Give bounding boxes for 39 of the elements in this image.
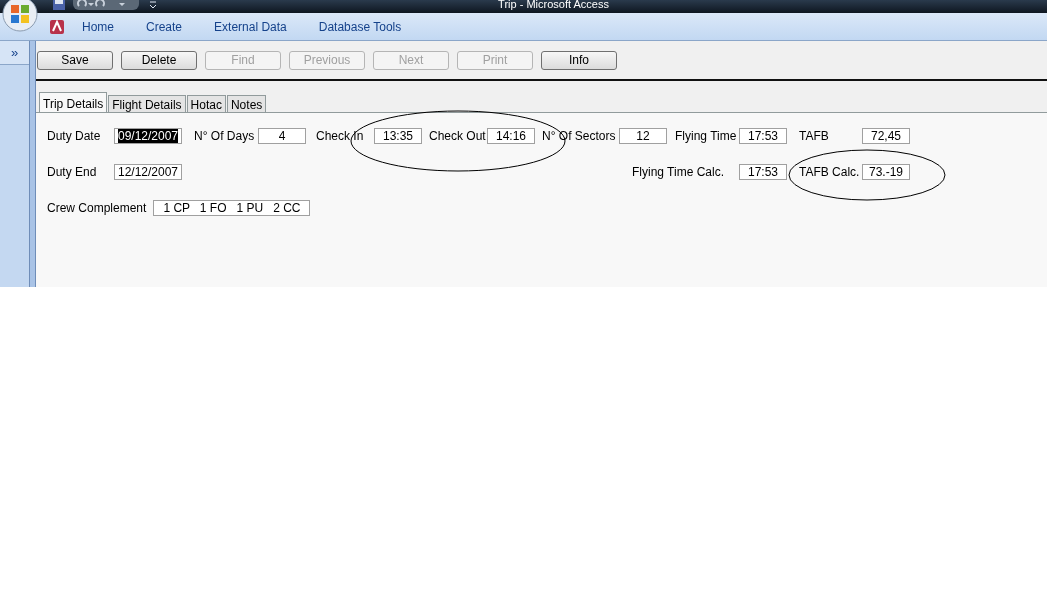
nav-pane-toggle[interactable]: » xyxy=(0,41,29,65)
input-field[interactable]: 4 xyxy=(258,128,306,144)
form-tab[interactable]: Flight Details xyxy=(108,95,186,112)
field-label: Check Out xyxy=(429,129,487,143)
save-icon[interactable] xyxy=(52,0,66,10)
field-label: Flying Time Calc. xyxy=(631,165,724,179)
input-field[interactable]: 12/12/2007 xyxy=(114,164,182,180)
field-label: Duty Date xyxy=(47,129,102,143)
toolbar-button[interactable]: Save xyxy=(37,50,113,70)
dropdown-icon[interactable] xyxy=(148,0,158,9)
form-tab[interactable]: Notes xyxy=(226,95,267,112)
input-field[interactable]: 12 xyxy=(619,128,667,144)
field-label: Flying Time xyxy=(675,129,738,143)
field-label: Duty End xyxy=(47,165,98,179)
field-label: N° Of Days xyxy=(194,129,256,143)
input-field[interactable]: 72,45 xyxy=(862,128,910,144)
input-field[interactable]: 17:53 xyxy=(739,164,787,180)
ribbon-tab[interactable]: External Data xyxy=(198,19,303,34)
toolbar-button[interactable]: Info xyxy=(541,50,617,70)
window-title: Trip - Microsoft Access xyxy=(498,0,609,10)
field-label: TAFB Calc. xyxy=(799,165,861,179)
office-button-icon[interactable] xyxy=(0,0,40,32)
field-label: Check In xyxy=(316,129,365,143)
access-logo-icon xyxy=(48,17,66,36)
field-label: TAFB xyxy=(799,129,830,143)
input-field[interactable]: 09/12/2007 xyxy=(114,128,182,144)
input-field[interactable]: 13:35 xyxy=(374,128,422,144)
ribbon-tab[interactable]: Create xyxy=(130,19,199,34)
input-field[interactable]: 73.-19 xyxy=(862,164,910,180)
input-field[interactable]: 1 CP 1 FO 1 PU 2 CC xyxy=(153,200,310,216)
form-tab[interactable]: Trip Details xyxy=(39,92,108,112)
field-label: Crew Complement xyxy=(47,201,147,215)
ribbon-tab[interactable]: Home xyxy=(66,19,130,34)
form-tab[interactable]: Hotac xyxy=(186,95,226,112)
toolbar-button[interactable]: Delete xyxy=(121,50,197,70)
input-field[interactable]: 14:16 xyxy=(487,128,535,144)
undo-redo-icon[interactable] xyxy=(73,0,139,10)
input-field[interactable]: 17:53 xyxy=(739,128,787,144)
ribbon-tab[interactable]: Database Tools xyxy=(302,19,418,34)
